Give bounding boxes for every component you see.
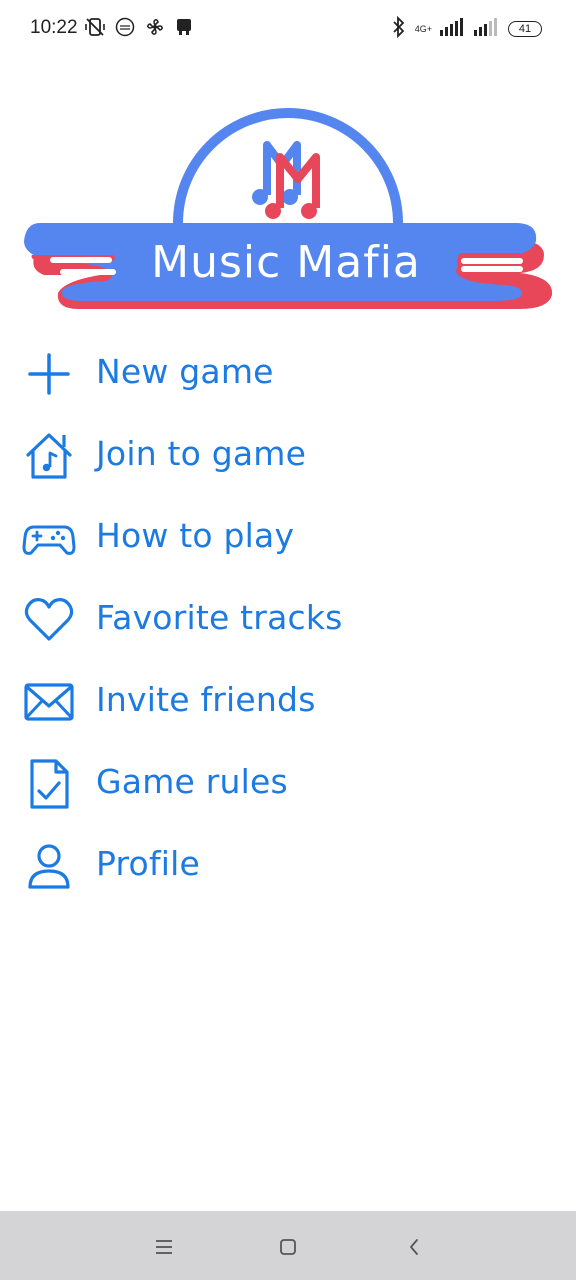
network-type-label: 4G+ [414, 23, 432, 34]
menu-item-profile[interactable]: Profile [0, 824, 576, 906]
battery-level: 41 [518, 23, 532, 35]
heart-icon [22, 593, 76, 647]
vibrate-off-icon [84, 16, 106, 42]
menu-item-join-to-game[interactable]: Join to game [0, 414, 576, 496]
user-icon [22, 839, 76, 893]
house-music-icon [22, 429, 76, 483]
menu-item-favorite-tracks[interactable]: Favorite tracks [0, 578, 576, 660]
main-menu: New game Join to game How to play Favori… [0, 332, 576, 906]
battery-indicator: 41 [508, 21, 542, 37]
menu-item-new-game[interactable]: New game [0, 332, 576, 414]
back-chevron-icon[interactable] [398, 1231, 430, 1263]
menu-item-label: Invite friends [96, 680, 316, 719]
app-notification-icon [174, 17, 194, 41]
menu-item-invite-friends[interactable]: Invite friends [0, 660, 576, 742]
status-time: 10:22 [30, 17, 78, 38]
data-speed-icon [114, 16, 136, 42]
menu-item-how-to-play[interactable]: How to play [0, 496, 576, 578]
bluetooth-icon [391, 15, 407, 42]
status-system-icons: 4G+ 41 [391, 15, 542, 42]
menu-item-game-rules[interactable]: Game rules [0, 742, 576, 824]
home-square-icon[interactable] [272, 1231, 304, 1263]
menu-item-label: Profile [96, 844, 201, 883]
document-check-icon [22, 757, 76, 811]
fan-icon [144, 16, 166, 42]
plus-icon [22, 347, 76, 401]
signal-strength-icon [440, 18, 466, 40]
status-bar: 10:22 4G+ 41 [0, 0, 576, 60]
menu-item-label: Favorite tracks [96, 598, 343, 637]
app-logo: Music Mafia [20, 105, 556, 315]
menu-item-label: New game [96, 352, 274, 391]
menu-item-label: Join to game [96, 434, 307, 473]
logo-mark-icon [252, 141, 320, 219]
menu-item-label: How to play [96, 516, 295, 555]
gamepad-icon [22, 511, 76, 565]
status-notification-icons [84, 16, 194, 42]
system-nav-bar [0, 1211, 576, 1280]
logo-graphic: Music Mafia [24, 108, 553, 309]
signal-strength-2-icon [474, 18, 500, 40]
logo-title: Music Mafia [151, 237, 421, 288]
recent-apps-icon[interactable] [148, 1231, 180, 1263]
envelope-icon [22, 675, 76, 729]
menu-item-label: Game rules [96, 762, 288, 801]
